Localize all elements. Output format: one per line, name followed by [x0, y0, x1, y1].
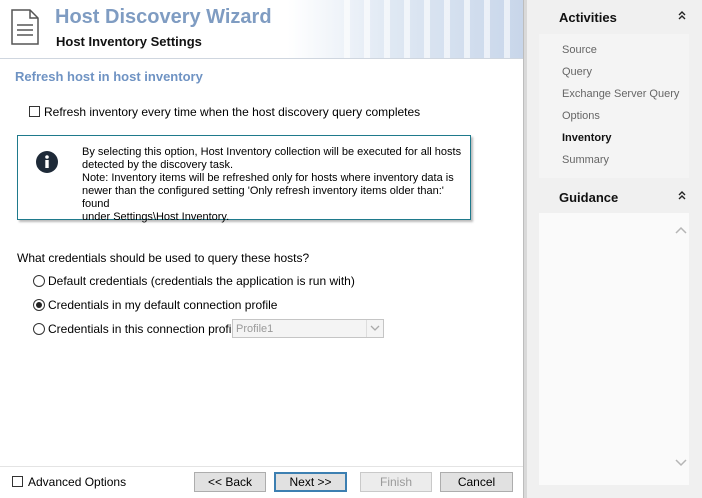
info-line: Note: Inventory items will be refreshed …: [82, 172, 454, 184]
side-panel: Activities Source Query Exchange Server …: [527, 0, 702, 498]
footer-divider: [0, 466, 523, 467]
cancel-button[interactable]: Cancel: [440, 472, 513, 492]
activity-inventory[interactable]: Inventory: [562, 132, 612, 144]
activity-summary[interactable]: Summary: [562, 154, 609, 166]
profile-select-value: Profile1: [236, 323, 274, 335]
chevron-down-icon: [366, 320, 383, 337]
info-icon: [36, 151, 58, 173]
activities-list: Source Query Exchange Server Query Optio…: [539, 34, 689, 178]
wizard-header: Host Discovery Wizard Host Inventory Set…: [0, 0, 523, 59]
document-icon: [11, 9, 39, 45]
scroll-down-icon[interactable]: [675, 457, 687, 471]
info-line: newer than the configured setting 'Only …: [82, 185, 444, 210]
activities-header[interactable]: Activities: [539, 0, 689, 34]
refresh-inventory-label[interactable]: Refresh inventory every time when the ho…: [44, 105, 420, 119]
radio-specific-profile-label[interactable]: Credentials in this connection profile:: [48, 322, 244, 336]
info-box: By selecting this option, Host Inventory…: [17, 135, 471, 223]
credentials-question: What credentials should be used to query…: [17, 251, 310, 265]
back-button[interactable]: << Back: [194, 472, 266, 492]
header-decoration: [330, 0, 523, 58]
refresh-inventory-checkbox[interactable]: [29, 106, 40, 117]
guidance-content: [539, 213, 689, 485]
activity-query[interactable]: Query: [562, 66, 592, 78]
info-text: By selecting this option, Host Inventory…: [82, 146, 467, 224]
activity-options[interactable]: Options: [562, 110, 600, 122]
radio-default-profile-label[interactable]: Credentials in my default connection pro…: [48, 298, 277, 312]
radio-default-credentials-label[interactable]: Default credentials (credentials the app…: [48, 274, 355, 288]
info-line: under Settings\Host Inventory.: [82, 211, 230, 223]
wizard-subtitle: Host Inventory Settings: [56, 34, 202, 49]
advanced-options-checkbox[interactable]: [12, 476, 23, 487]
finish-button[interactable]: Finish: [360, 472, 432, 492]
activity-exchange-server-query[interactable]: Exchange Server Query: [562, 88, 679, 100]
guidance-title: Guidance: [559, 190, 619, 205]
activity-source[interactable]: Source: [562, 44, 597, 56]
activities-title: Activities: [559, 10, 617, 25]
info-line: By selecting this option, Host Inventory…: [82, 146, 462, 158]
double-chevron-up-icon[interactable]: [677, 190, 687, 203]
profile-select[interactable]: Profile1: [232, 319, 384, 338]
radio-default-profile[interactable]: [33, 299, 45, 311]
guidance-header[interactable]: Guidance: [539, 180, 689, 214]
wizard-title: Host Discovery Wizard: [55, 6, 272, 28]
info-line: detected by the discovery task.: [82, 159, 234, 171]
radio-default-credentials[interactable]: [33, 275, 45, 287]
next-button[interactable]: Next >>: [274, 472, 347, 492]
scroll-up-icon[interactable]: [675, 224, 687, 238]
radio-specific-profile[interactable]: [33, 323, 45, 335]
advanced-options-label[interactable]: Advanced Options: [28, 475, 126, 489]
section-title: Refresh host in host inventory: [15, 69, 203, 84]
double-chevron-up-icon[interactable]: [677, 10, 687, 23]
